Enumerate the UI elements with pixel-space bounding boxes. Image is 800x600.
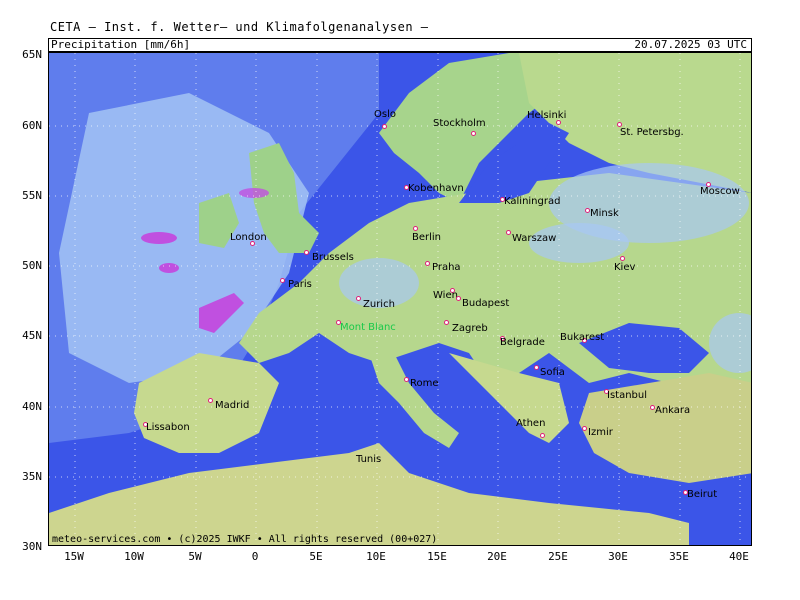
city-marker-athen — [540, 433, 545, 438]
city-marker-budapest — [456, 296, 461, 301]
city-label-st-petersburg: St. Petersbg. — [620, 127, 684, 138]
city-label-oslo: Oslo — [374, 109, 396, 120]
lat-label-50n: 50N — [22, 259, 42, 272]
city-label-london: London — [230, 232, 267, 243]
lon-label-0: 0 — [251, 550, 259, 563]
city-marker-stockholm — [471, 131, 476, 136]
city-marker-rome — [404, 377, 409, 382]
header-title: CETA – Inst. f. Wetter– und Klimafolgena… — [50, 20, 429, 34]
parameter-label: Precipitation [mm/6h] — [51, 38, 191, 51]
city-label-beirut: Beirut — [687, 489, 718, 500]
city-label-moscow: Moscow — [700, 186, 740, 197]
datetime-label: 20.07.2025 03 UTC — [634, 38, 747, 51]
lon-label-20e: 20E — [487, 550, 507, 563]
city-label-ankara: Ankara — [655, 405, 691, 416]
city-label-kiev: Kiev — [614, 262, 636, 273]
lon-label-15e: 15E — [427, 550, 447, 563]
lat-label-55n: 55N — [22, 189, 42, 202]
lat-label-60n: 60N — [22, 119, 42, 132]
city-label-rome: Rome — [410, 378, 439, 389]
info-bar: Precipitation [mm/6h] 20.07.2025 03 UTC — [48, 38, 752, 52]
city-label-wien: Wien — [433, 290, 458, 301]
city-label-sofia: Sofia — [540, 367, 565, 378]
city-marker-oslo — [382, 124, 387, 129]
lon-label-40e: 40E — [729, 550, 749, 563]
lon-label-10e: 10E — [366, 550, 386, 563]
city-label-bukarest: Bukarest — [560, 332, 605, 343]
city-marker-paris — [280, 278, 285, 283]
city-label-kobenhavn: Kobenhavn — [408, 183, 464, 194]
precip-core-atlantic-2 — [159, 263, 179, 273]
city-label-stockholm: Stockholm — [433, 118, 486, 129]
city-marker-praha — [425, 261, 430, 266]
city-label-zurich: Zurich — [363, 299, 395, 310]
city-marker-sofia — [534, 365, 539, 370]
city-label-budapest: Budapest — [462, 298, 510, 309]
city-marker-berlin — [413, 226, 418, 231]
city-label-kaliningrad: Kaliningrad — [504, 196, 561, 207]
lat-label-40n: 40N — [22, 400, 42, 413]
city-label-helsinki: Helsinki — [527, 110, 567, 121]
lon-label-15w: 15W — [64, 550, 84, 563]
city-marker-zagreb — [444, 320, 449, 325]
city-label-zagreb: Zagreb — [452, 323, 488, 334]
lat-label-65n: 65N — [22, 48, 42, 61]
lon-label-25e: 25E — [548, 550, 568, 563]
city-marker-brussels — [304, 250, 309, 255]
city-marker-madrid — [208, 398, 213, 403]
copyright-notice: meteo-services.com • (c)2025 IWKF • All … — [52, 534, 438, 545]
city-label-tunis: Tunis — [356, 454, 382, 465]
city-label-berlin: Berlin — [412, 232, 442, 243]
lat-label-35n: 35N — [22, 470, 42, 483]
city-label-athen: Athen — [516, 418, 546, 429]
lon-label-35e: 35E — [669, 550, 689, 563]
city-label-izmir: Izmir — [588, 427, 613, 438]
lon-label-30e: 30E — [608, 550, 628, 563]
city-marker-izmir — [582, 426, 587, 431]
city-label-lissabon: Lissabon — [146, 422, 190, 433]
city-label-praha: Praha — [432, 262, 461, 273]
lon-label-10w: 10W — [124, 550, 144, 563]
city-marker-warszaw — [506, 230, 511, 235]
lon-label-5e: 5E — [309, 550, 323, 563]
lat-label-30n: 30N — [22, 540, 42, 553]
city-label-paris: Paris — [288, 279, 312, 290]
city-label-brussels: Brussels — [312, 252, 354, 263]
lat-label-45n: 45N — [22, 329, 42, 342]
city-label-istanbul: Istanbul — [607, 390, 648, 401]
precip-core-atlantic-1 — [141, 232, 177, 244]
city-label-mont-blanc: Mont Blanc — [340, 322, 396, 333]
lon-label-5w: 5W — [188, 550, 202, 563]
city-label-belgrade: Belgrade — [500, 337, 545, 348]
city-label-minsk: Minsk — [590, 208, 619, 219]
city-marker-zurich — [356, 296, 361, 301]
city-marker-kiev — [620, 256, 625, 261]
city-label-madrid: Madrid — [215, 400, 250, 411]
city-label-warszaw: Warszaw — [512, 233, 557, 244]
